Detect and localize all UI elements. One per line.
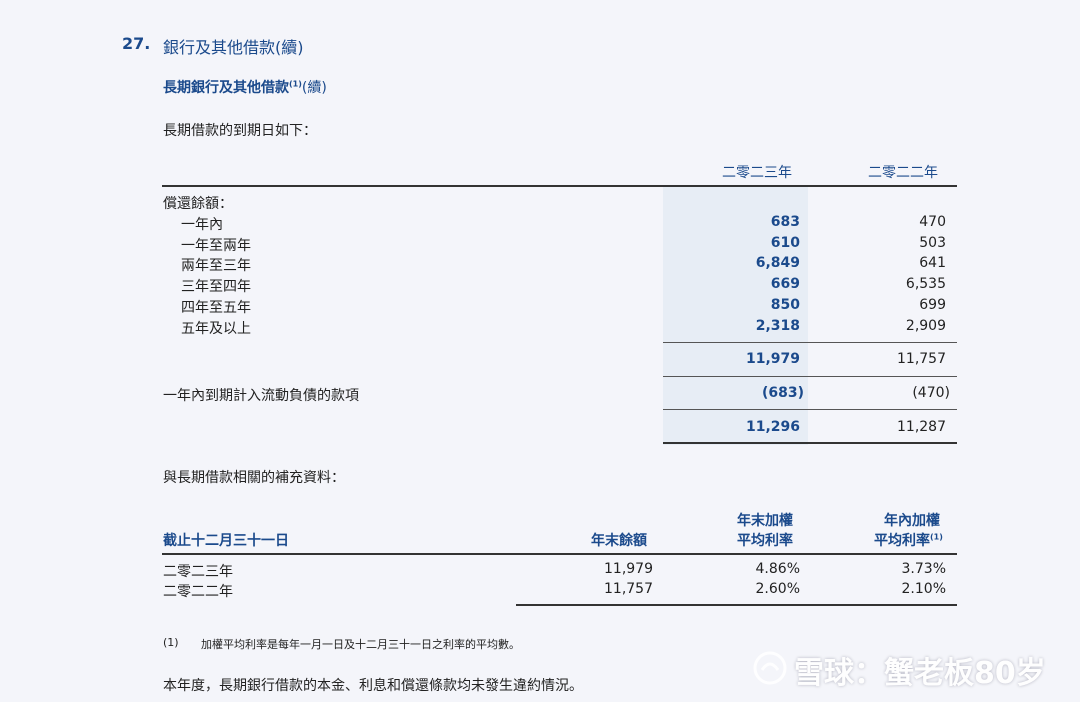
supp-row-2022-period: 二零二二年 bbox=[163, 584, 233, 600]
value-2022-2-3y: 641 bbox=[919, 255, 946, 271]
header-in-year-footnote-ref: (1) bbox=[930, 532, 943, 542]
value-2023-2-3y: 6,849 bbox=[755, 255, 800, 271]
current-portion-2022: (470) bbox=[912, 385, 950, 401]
subtotal-2022: 11,757 bbox=[897, 351, 946, 367]
value-2023-1-2y: 610 bbox=[770, 235, 800, 251]
total-2022: 11,287 bbox=[897, 419, 946, 435]
supp-row-2023-year-end-rate: 4.86% bbox=[755, 561, 800, 577]
supp-row-2023-period: 二零二三年 bbox=[163, 564, 233, 580]
repayment-group-label: 償還餘額： bbox=[163, 196, 233, 212]
row-label-current-portion: 一年內到期計入流動負債的款項 bbox=[163, 388, 359, 404]
row-label-2-3y: 兩年至三年 bbox=[181, 258, 251, 274]
footnote-marker: (1) bbox=[163, 636, 179, 649]
header-balance: 年末餘額 bbox=[591, 533, 647, 549]
value-2022-3-4y: 6,535 bbox=[905, 276, 946, 292]
header-year-end-rate-line2: 平均利率 bbox=[737, 533, 793, 549]
subtotal-2023: 11,979 bbox=[745, 351, 800, 367]
value-2022-1-2y: 503 bbox=[919, 235, 946, 251]
total-bottom-rule bbox=[663, 442, 957, 444]
col-header-2022: 二零二二年 bbox=[868, 165, 938, 181]
section-title: 銀行及其他借款(續) bbox=[163, 38, 304, 57]
subsection-footnote-ref: (1) bbox=[289, 79, 302, 89]
supp-row-2023-in-year-rate: 3.73% bbox=[901, 561, 946, 577]
value-2023-over-5y: 2,318 bbox=[755, 318, 800, 334]
value-2023-3-4y: 669 bbox=[770, 276, 800, 292]
watermark-text: 雪球：蟹老板80岁 bbox=[794, 656, 1046, 691]
supp-table-top-rule bbox=[162, 553, 957, 555]
table-top-rule bbox=[162, 185, 957, 187]
document-page: 27. 銀行及其他借款(續) 長期銀行及其他借款(1)(續) 長期借款的到期日如… bbox=[0, 0, 1080, 702]
supp-row-2022-in-year-rate: 2.10% bbox=[901, 581, 946, 597]
supplementary-intro: 與長期借款相關的補充資料： bbox=[163, 470, 345, 486]
total-rule bbox=[663, 409, 957, 410]
subsection-title: 長期銀行及其他借款(1)(續) bbox=[163, 77, 327, 97]
supp-row-2023-balance: 11,979 bbox=[604, 561, 653, 577]
value-2023-4-5y: 850 bbox=[770, 297, 800, 313]
value-2022-over-5y: 2,909 bbox=[905, 318, 946, 334]
supp-table-bottom-rule bbox=[516, 604, 957, 606]
row-label-within-1y: 一年內 bbox=[181, 217, 223, 233]
supp-row-2022-balance: 11,757 bbox=[604, 581, 653, 597]
value-2023-within-1y: 683 bbox=[770, 214, 800, 230]
header-in-year-rate-line2: 平均利率(1) bbox=[874, 530, 943, 550]
header-in-year-rate-line1: 年內加權 bbox=[884, 513, 940, 529]
supp-row-2022-year-end-rate: 2.60% bbox=[755, 581, 800, 597]
subsection-title-text: 長期銀行及其他借款 bbox=[163, 80, 289, 96]
subtotal-rule bbox=[663, 342, 957, 343]
footnote-text: 加權平均利率是每年一月一日及十二月三十一日之利率的平均數。 bbox=[201, 638, 520, 651]
total-2023: 11,296 bbox=[745, 419, 800, 435]
header-year-end-rate-line1: 年末加權 bbox=[737, 513, 793, 529]
subsection-title-suffix: (續) bbox=[301, 80, 327, 96]
row-label-over-5y: 五年及以上 bbox=[181, 321, 251, 337]
maturity-intro: 長期借款的到期日如下： bbox=[163, 123, 317, 139]
closing-statement: 本年度，長期銀行借款的本金、利息和償還條款均未發生違約情況。 bbox=[163, 678, 583, 694]
section-number: 27. bbox=[122, 34, 151, 53]
value-2022-4-5y: 699 bbox=[919, 297, 946, 313]
row-label-3-4y: 三年至四年 bbox=[181, 279, 251, 295]
snowball-logo-icon bbox=[753, 651, 787, 685]
header-period: 截止十二月三十一日 bbox=[163, 533, 289, 549]
row-label-4-5y: 四年至五年 bbox=[181, 300, 251, 316]
current-portion-2023: (683) bbox=[761, 385, 804, 401]
value-2022-within-1y: 470 bbox=[919, 214, 946, 230]
current-portion-rule bbox=[663, 376, 957, 377]
header-in-year-rate-text: 平均利率 bbox=[874, 533, 930, 549]
col-header-2023: 二零二三年 bbox=[722, 165, 792, 181]
row-label-1-2y: 一年至兩年 bbox=[181, 238, 251, 254]
